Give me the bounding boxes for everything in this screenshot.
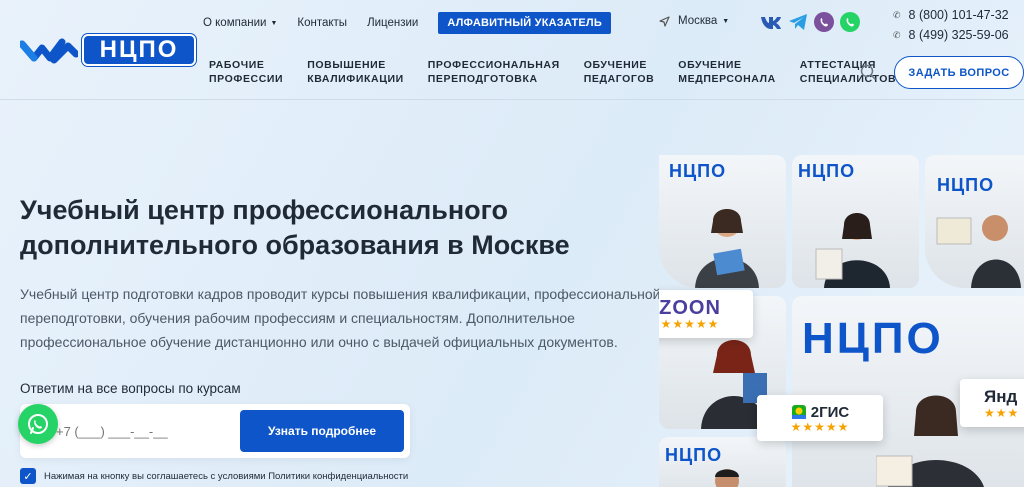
phone-link[interactable]: ✆ 8 (499) 325-59-06: [893, 25, 1009, 45]
2gis-rating-badge[interactable]: 2ГИС ★★★★★: [757, 395, 883, 441]
telegram-icon[interactable]: [788, 12, 808, 32]
person-illustration: [695, 209, 759, 288]
phone-icon: ✆: [893, 9, 901, 20]
consent-row: ✓ Нажимая на кнопку вы соглашаетесь с ус…: [20, 468, 408, 484]
photo-brand: НЦПО: [802, 314, 944, 363]
yandex-rating-badge[interactable]: Янд ★★★: [960, 379, 1024, 427]
main-nav: РАБОЧИЕ ПРОФЕССИИ ПОВЫШЕНИЕ КВАЛИФИКАЦИИ…: [209, 58, 920, 86]
phone-icon: ✆: [893, 29, 901, 40]
top-nav-about[interactable]: О компании ▼: [203, 17, 277, 29]
consent-text: Нажимая на кнопку вы соглашаетесь с усло…: [44, 470, 409, 482]
learn-more-button[interactable]: Узнать подробнее: [240, 410, 404, 452]
2gis-logo: 2ГИС: [791, 404, 849, 421]
whatsapp-icon[interactable]: [840, 12, 860, 32]
photo-brand: НЦПО: [937, 175, 995, 195]
top-nav-licenses-label: Лицензии: [367, 17, 419, 29]
site-header: НЦПО О компании ▼ Контакты Лицензии АЛФА…: [0, 0, 1024, 100]
photo-gallery: НЦПО НЦПО НЦПО НЦПО НЦПО ZOON ★★★★★ 2ГИС…: [659, 155, 1024, 487]
rating-stars: ★★★★★: [660, 317, 720, 331]
person-illustration: [715, 469, 739, 487]
person-illustration: [815, 213, 890, 288]
callback-form: Узнать подробнее: [20, 404, 410, 458]
photo-brand: НЦПО: [665, 445, 723, 465]
ask-question-button[interactable]: ЗАДАТЬ ВОПРОС: [894, 56, 1024, 89]
logo-text: НЦПО: [82, 34, 196, 66]
zoon-logo: ZOON: [659, 297, 721, 319]
phone-number: 8 (499) 325-59-06: [908, 28, 1009, 42]
viber-icon[interactable]: [814, 12, 834, 32]
zoon-rating-badge[interactable]: ZOON ★★★★★: [659, 290, 753, 338]
hero-description: Учебный центр подготовки кадров проводит…: [20, 286, 661, 350]
nav-item-certification[interactable]: АТТЕСТАЦИЯ СПЕЦИАЛИСТОВ: [800, 58, 896, 86]
whatsapp-icon: [28, 414, 48, 434]
vk-icon[interactable]: [760, 12, 782, 32]
location-arrow-icon: [659, 15, 670, 27]
phone-link[interactable]: ✆ 8 (800) 101-47-32: [893, 5, 1009, 25]
student-photo: НЦПО: [659, 155, 786, 288]
top-nav-contacts[interactable]: Контакты: [297, 17, 347, 29]
top-nav-about-label: О компании: [203, 17, 267, 29]
student-photo: НЦПО: [925, 155, 1024, 288]
person-illustration: [936, 215, 1021, 288]
rating-stars: ★★★: [984, 406, 1020, 420]
student-photo: НЦПО: [659, 437, 786, 487]
phone-list: ✆ 8 (800) 101-47-32 ✆ 8 (499) 325-59-06: [893, 5, 1009, 45]
logo-mark-icon: [20, 38, 78, 64]
search-icon[interactable]: [860, 64, 876, 80]
2gis-map-icon: [791, 405, 806, 419]
top-nav-licenses[interactable]: Лицензии: [367, 17, 418, 29]
city-label: Москва: [678, 15, 718, 27]
phone-number: 8 (800) 101-47-32: [908, 8, 1009, 22]
nav-item-advanced-training[interactable]: ПОВЫШЕНИЕ КВАЛИФИКАЦИИ: [307, 58, 404, 86]
2gis-label: 2ГИС: [810, 403, 850, 421]
nav-item-medical-training[interactable]: ОБУЧЕНИЕ МЕДПЕРСОНАЛА: [678, 58, 775, 86]
alphabet-index-button[interactable]: АЛФАВИТНЫЙ УКАЗАТЕЛЬ: [438, 12, 611, 34]
yandex-label: Янд: [984, 387, 1018, 406]
caret-down-icon: ▼: [722, 17, 730, 25]
photo-brand: НЦПО: [798, 161, 856, 181]
nav-item-teacher-training[interactable]: ОБУЧЕНИЕ ПЕДАГОГОВ: [584, 58, 655, 86]
phone-field[interactable]: [56, 412, 236, 450]
consent-checkbox[interactable]: ✓: [20, 468, 36, 484]
form-label: Ответим на все вопросы по курсам: [20, 381, 241, 396]
nav-item-professional-retraining[interactable]: ПРОФЕССИОНАЛЬНАЯ ПЕРЕПОДГОТОВКА: [428, 58, 560, 86]
city-selector[interactable]: Москва ▼: [659, 15, 729, 27]
rating-stars: ★★★★★: [790, 419, 850, 434]
whatsapp-floating-button[interactable]: [18, 404, 58, 444]
social-links: [760, 12, 866, 32]
page-title: Учебный центр профессионального дополнит…: [20, 195, 570, 260]
nav-item-work-professions[interactable]: РАБОЧИЕ ПРОФЕССИИ: [209, 58, 283, 86]
top-nav: О компании ▼ Контакты Лицензии АЛФАВИТНЫ…: [203, 12, 611, 34]
photo-brand: НЦПО: [669, 161, 727, 181]
site-logo[interactable]: НЦПО: [20, 34, 196, 68]
top-nav-contacts-label: Контакты: [297, 17, 348, 29]
student-photo: НЦПО: [792, 155, 919, 288]
caret-down-icon: ▼: [270, 19, 278, 27]
